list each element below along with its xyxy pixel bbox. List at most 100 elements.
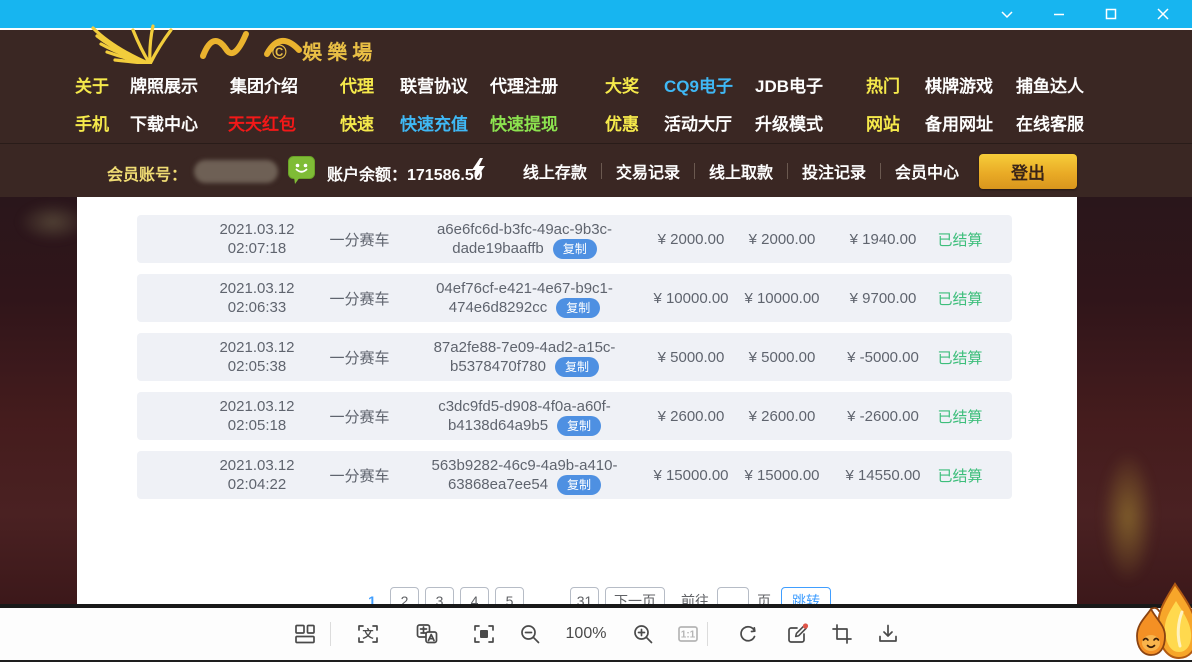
order-id-line1: a6e6fc6d-b3fc-49ac-9b3c- xyxy=(437,220,612,239)
one-to-one-icon[interactable]: 1:1 xyxy=(675,621,701,647)
row-clock: 02:07:18 xyxy=(228,239,286,258)
nav-backup-url[interactable]: 备用网址 xyxy=(925,110,993,135)
order-id-line1: c3dc9fd5-d908-4f0a-a60f- xyxy=(438,397,611,416)
cell-order-id: c3dc9fd5-d908-4f0a-a60f- b4138d64a9b5复制 xyxy=(412,392,637,440)
nav-mobile[interactable]: 手机 xyxy=(75,110,109,135)
maximize-icon[interactable] xyxy=(1092,1,1130,27)
chevron-down-icon[interactable] xyxy=(988,1,1026,27)
cell-order-id: 87a2fe88-7e09-4ad2-a15c- b5378470f780复制 xyxy=(412,333,637,381)
nav-fast[interactable]: 快速 xyxy=(340,110,374,135)
nav-online-service[interactable]: 在线客服 xyxy=(1016,110,1084,135)
next-page-button[interactable]: 下一页 xyxy=(605,587,665,604)
nav-fishing[interactable]: 捕鱼达人 xyxy=(1016,72,1084,97)
app-window: © 娛樂場 关于 牌照展示 集团介绍 代理 联营协议 代理注册 大奖 CQ9电子… xyxy=(0,0,1192,662)
cell-profit: ¥ 9700.00 xyxy=(827,274,939,322)
nav-chess-games[interactable]: 棋牌游戏 xyxy=(925,72,993,97)
rotate-icon[interactable] xyxy=(735,621,761,647)
nav-agent-signup[interactable]: 代理注册 xyxy=(490,72,558,97)
copy-button[interactable]: 复制 xyxy=(557,416,601,436)
copy-button[interactable]: 复制 xyxy=(557,475,601,495)
order-id-line2: b5378470f780 xyxy=(450,357,546,376)
nav-promo[interactable]: 优惠 xyxy=(605,110,639,135)
nav-upgrade-mode[interactable]: 升级模式 xyxy=(755,110,823,135)
browse-grid-icon[interactable] xyxy=(292,621,318,647)
cell-order-id: 563b9282-46c9-4a9b-a410- 63868ea7ee54复制 xyxy=(412,451,637,499)
svg-text:1:1: 1:1 xyxy=(681,630,696,641)
translate-icon[interactable] xyxy=(414,621,440,647)
link-transactions[interactable]: 交易记录 xyxy=(616,159,680,183)
divider xyxy=(787,163,788,179)
zoom-out-icon[interactable] xyxy=(517,621,543,647)
copy-button[interactable]: 复制 xyxy=(555,357,599,377)
cell-time: 2021.03.12 02:06:33 xyxy=(177,274,337,322)
crop-icon[interactable] xyxy=(829,621,855,647)
nav-cq9[interactable]: CQ9电子 xyxy=(664,72,733,97)
divider xyxy=(707,622,708,646)
account-bar: 会员账号： 账户余额：171586.50 线上存款 交易记录 xyxy=(0,143,1192,198)
page-button-last[interactable]: 31 xyxy=(570,587,599,604)
page-button[interactable]: 4 xyxy=(460,587,489,604)
page-button[interactable]: 5 xyxy=(495,587,524,604)
nav-agreement[interactable]: 联营协议 xyxy=(400,72,468,97)
nav-fast-withdraw[interactable]: 快速提现 xyxy=(490,110,558,135)
cell-game: 一分赛车 xyxy=(317,215,402,263)
logo-caption: © 娛樂場 xyxy=(272,36,377,65)
page-unit-label: 页 xyxy=(757,587,771,604)
jump-button[interactable]: 跳转 xyxy=(781,587,831,604)
status-badge: 已结算 xyxy=(927,392,993,440)
page-content: 2021.03.12 02:07:18 一分赛车 a6e6fc6d-b3fc-4… xyxy=(0,197,1192,604)
nav-red-packet[interactable]: 天天红包 xyxy=(228,110,296,135)
window-controls xyxy=(988,0,1182,28)
lightning-refresh-icon[interactable] xyxy=(468,157,488,186)
row-date: 2021.03.12 xyxy=(219,279,294,298)
row-date: 2021.03.12 xyxy=(219,456,294,475)
divider xyxy=(694,163,695,179)
row-date: 2021.03.12 xyxy=(219,397,294,416)
link-online-deposit[interactable]: 线上存款 xyxy=(523,159,587,183)
table-row: 2021.03.12 02:05:38 一分赛车 87a2fe88-7e09-4… xyxy=(137,333,1012,381)
account-label: 会员账号： xyxy=(107,161,187,185)
goto-page-input[interactable] xyxy=(717,587,749,604)
nav-jackpot[interactable]: 大奖 xyxy=(605,72,639,97)
copy-button[interactable]: 复制 xyxy=(556,298,600,318)
viewer-toolbar: 文 100% xyxy=(0,608,1192,660)
logout-button[interactable]: 登出 xyxy=(979,154,1077,189)
page-button[interactable]: 2 xyxy=(390,587,419,604)
cell-order-id: a6e6fc6d-b3fc-49ac-9b3c- dade19baaffb复制 xyxy=(412,215,637,263)
link-bet-records[interactable]: 投注记录 xyxy=(802,159,866,183)
row-date: 2021.03.12 xyxy=(219,338,294,357)
copy-button[interactable]: 复制 xyxy=(553,239,597,259)
nav-license[interactable]: 牌照展示 xyxy=(130,72,198,97)
close-icon[interactable] xyxy=(1144,1,1182,27)
table-row: 2021.03.12 02:04:22 一分赛车 563b9282-46c9-4… xyxy=(137,451,1012,499)
nav-about[interactable]: 关于 xyxy=(75,72,109,97)
flame-mascot xyxy=(1128,605,1174,662)
page-button[interactable]: 3 xyxy=(425,587,454,604)
nav-activity-hall[interactable]: 活动大厅 xyxy=(664,110,732,135)
page-current[interactable]: 1 xyxy=(360,587,384,604)
download-icon[interactable] xyxy=(875,621,901,647)
zoom-in-icon[interactable] xyxy=(630,621,656,647)
nav-jdb[interactable]: JDB电子 xyxy=(755,72,823,97)
row-clock: 02:04:22 xyxy=(228,475,286,494)
cell-profit: ¥ -5000.00 xyxy=(827,333,939,381)
nav-fast-deposit[interactable]: 快速充值 xyxy=(400,110,468,135)
link-member-center[interactable]: 会员中心 xyxy=(895,159,959,183)
order-id-line2: 63868ea7ee54 xyxy=(448,475,548,494)
nav-website[interactable]: 网站 xyxy=(866,110,900,135)
nav-agent[interactable]: 代理 xyxy=(340,72,374,97)
cell-valid-amount: ¥ 2600.00 xyxy=(729,392,835,440)
minimize-icon[interactable] xyxy=(1040,1,1078,27)
nav-download[interactable]: 下载中心 xyxy=(130,110,198,135)
nav-group-intro[interactable]: 集团介绍 xyxy=(230,72,298,97)
row-clock: 02:05:18 xyxy=(228,416,286,435)
fit-screen-icon[interactable] xyxy=(471,621,497,647)
nav-hot[interactable]: 热门 xyxy=(866,72,900,97)
link-online-withdraw[interactable]: 线上取款 xyxy=(709,159,773,183)
cell-valid-amount: ¥ 15000.00 xyxy=(729,451,835,499)
cell-valid-amount: ¥ 10000.00 xyxy=(729,274,835,322)
edit-icon[interactable] xyxy=(784,621,810,647)
cell-profit: ¥ 1940.00 xyxy=(827,215,939,263)
smiley-chat-icon[interactable] xyxy=(288,156,315,191)
ocr-text-icon[interactable]: 文 xyxy=(355,621,381,647)
